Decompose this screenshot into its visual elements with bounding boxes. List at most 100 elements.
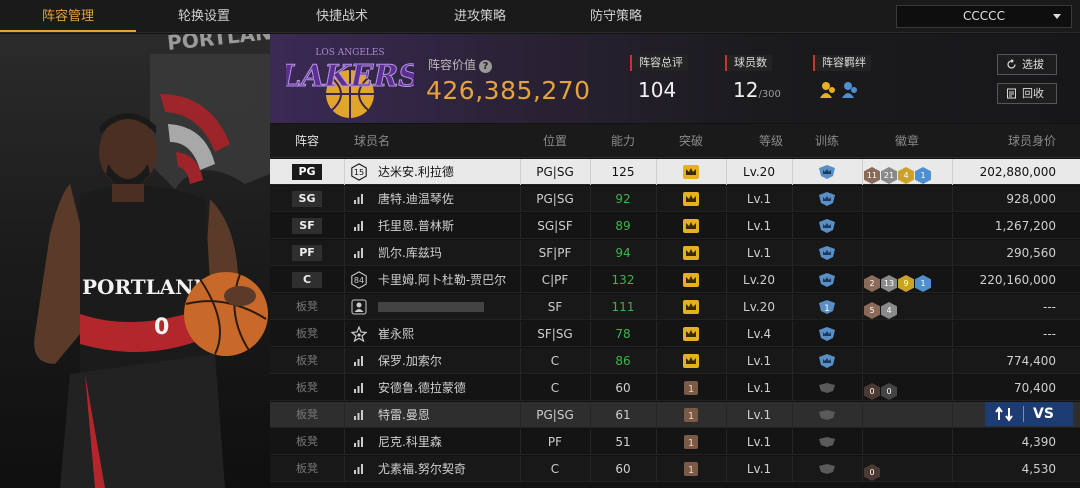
crown-icon[interactable] — [682, 218, 700, 234]
break-level-icon[interactable]: 1 — [682, 461, 700, 477]
player-value: 4,530 — [1021, 462, 1056, 476]
badge-list[interactable]: 2 13 9 1 — [864, 271, 932, 292]
logo-wordmark: LAKERS — [286, 59, 414, 94]
badge-hex-icon: 4 — [898, 167, 914, 184]
training-shield-icon[interactable] — [818, 245, 836, 261]
training-shield-icon[interactable] — [818, 326, 836, 342]
crown-icon[interactable] — [682, 164, 700, 180]
training-shield-icon[interactable] — [818, 353, 836, 369]
badge-list[interactable]: 11 21 4 1 — [864, 163, 932, 184]
person-glyph — [351, 299, 367, 315]
player-illustration: PORTLAND PORTLAND 0 — [34, 34, 270, 488]
column-divider — [344, 267, 345, 293]
team-selector-value: CCCCC — [963, 9, 1005, 23]
break-level-icon[interactable]: 1 — [682, 407, 700, 423]
player-name[interactable]: 尼克.科里森 — [378, 429, 518, 455]
tab-lineup[interactable]: 阵容管理 — [0, 0, 136, 33]
training-shield-icon[interactable] — [818, 191, 836, 207]
tab-offense[interactable]: 进攻策略 — [412, 0, 548, 33]
bars-glyph — [354, 437, 363, 447]
break-level-icon[interactable]: 1 — [682, 380, 700, 396]
player-name[interactable]: 崔永熙 — [378, 321, 518, 347]
column-divider — [656, 213, 657, 239]
bond-icons[interactable] — [818, 80, 862, 100]
training-locked-icon[interactable] — [818, 407, 836, 423]
table-row[interactable]: 板凳 SF 111 Lv.20 1 5 4 --- — [270, 294, 1080, 320]
table-row[interactable]: 板凳 安德鲁.德拉蒙德 C 60 1 Lv.1 0 0 70,400 — [270, 375, 1080, 401]
table-row[interactable]: SG 唐特.迪温琴佐 PG|SG 92 Lv.1 928,000 — [270, 186, 1080, 212]
bars-glyph — [354, 410, 363, 420]
player-name[interactable]: 唐特.迪温琴佐 — [378, 186, 518, 212]
player-name[interactable]: 卡里姆.阿卜杜勒-贾巴尔 — [378, 267, 518, 293]
column-divider — [656, 240, 657, 266]
column-divider — [792, 456, 793, 482]
training-locked-icon[interactable] — [818, 380, 836, 396]
column-divider — [862, 402, 863, 428]
break-level-icon[interactable]: 1 — [682, 434, 700, 450]
table-row[interactable]: C 84 卡里姆.阿卜杜勒-贾巴尔 C|PF 132 Lv.20 2 13 9 1 220,160,… — [270, 267, 1080, 293]
training-shield-icon[interactable] — [818, 164, 836, 180]
badge-list[interactable]: 00 — [864, 379, 898, 400]
player-name[interactable]: 凯尔.库兹玛 — [378, 240, 518, 266]
rating-bars-icon — [350, 461, 368, 477]
player-name[interactable]: 尤素福.努尔契奇 — [378, 456, 518, 482]
crown-icon[interactable] — [682, 326, 700, 342]
player-name[interactable]: 达米安.利拉德 — [378, 159, 518, 185]
tab-rotation[interactable]: 轮换设置 — [136, 0, 272, 33]
training-shield-icon[interactable] — [818, 218, 836, 234]
training-shield-icon[interactable]: 1 — [818, 299, 836, 315]
player-level: Lv.20 — [743, 273, 775, 287]
position-badge: SF — [292, 218, 322, 234]
compare-panel[interactable]: VS — [985, 402, 1073, 426]
bond-label: 阵容羁绊 — [813, 55, 871, 71]
bench-label: 板凳 — [296, 354, 318, 367]
player-name[interactable]: 保罗.加索尔 — [378, 348, 518, 374]
tab-quick-tactics[interactable]: 快捷战术 — [272, 0, 412, 33]
star-glyph — [350, 325, 368, 343]
table-row[interactable]: SF 托里恩.普林斯 SG|SF 89 Lv.1 1,267,200 — [270, 213, 1080, 239]
crown-icon[interactable] — [682, 299, 700, 315]
crown-icon[interactable] — [682, 245, 700, 261]
crown-icon[interactable] — [682, 191, 700, 207]
select-button[interactable]: 选拔 — [997, 54, 1057, 75]
table-row[interactable]: 板凳 崔永熙 SF|SG 78 Lv.4 --- — [270, 321, 1080, 347]
player-name[interactable]: 安德鲁.德拉蒙德 — [378, 375, 518, 401]
training-locked-icon[interactable] — [818, 461, 836, 477]
crown-icon[interactable] — [682, 353, 700, 369]
column-divider — [862, 159, 863, 185]
badge-hex-icon: 0 — [864, 383, 880, 400]
vs-button[interactable]: VS — [1033, 402, 1054, 426]
column-divider — [344, 375, 345, 401]
bench-label: 板凳 — [296, 408, 318, 421]
badge-hex-icon: 21 — [881, 167, 897, 184]
column-divider — [344, 294, 345, 320]
table-row[interactable]: PG 15 达米安.利拉德 PG|SG 125 Lv.20 11 21 4 1 202,880,00… — [270, 159, 1080, 185]
training-shield-icon[interactable] — [818, 272, 836, 288]
training-locked-icon[interactable] — [818, 434, 836, 450]
column-divider — [656, 186, 657, 212]
player-value: --- — [1043, 327, 1056, 341]
badge-list[interactable]: 0 — [864, 460, 881, 481]
table-row[interactable]: 板凳 保罗.加索尔 C 86 Lv.1 774,400 — [270, 348, 1080, 374]
badge-list[interactable]: 54 — [864, 298, 898, 319]
swap-icon[interactable] — [995, 406, 1013, 422]
player-name[interactable]: 托里恩.普林斯 — [378, 213, 518, 239]
crown-icon[interactable] — [682, 272, 700, 288]
lineup-value: 426,385,270 — [426, 76, 591, 105]
table-row[interactable]: 板凳特雷.曼恩PG|SG611Lv.15 — [270, 402, 1080, 428]
table-row[interactable]: 板凳 尤素福.努尔契奇 C 60 1 Lv.1 0 4,530 — [270, 456, 1080, 482]
table-row[interactable]: PF 凯尔.库兹玛 SF|PF 94 Lv.1 290,560 — [270, 240, 1080, 266]
tab-defense[interactable]: 防守策略 — [548, 0, 684, 33]
column-divider — [862, 213, 863, 239]
team-selector[interactable]: CCCCC — [896, 5, 1072, 28]
position-badge: PG — [292, 164, 322, 180]
table-row[interactable]: 板凳 尼克.科里森 PF 51 1 Lv.1 4,390 — [270, 429, 1080, 455]
recycle-button[interactable]: 回收 — [997, 83, 1057, 104]
column-divider — [792, 375, 793, 401]
player-position: SF|PF — [538, 246, 572, 260]
help-icon[interactable]: ? — [479, 60, 493, 73]
bars-glyph — [354, 383, 363, 393]
column-divider — [792, 429, 793, 455]
player-name[interactable]: 特雷.曼恩 — [378, 402, 518, 428]
player-level: Lv.1 — [746, 246, 772, 260]
